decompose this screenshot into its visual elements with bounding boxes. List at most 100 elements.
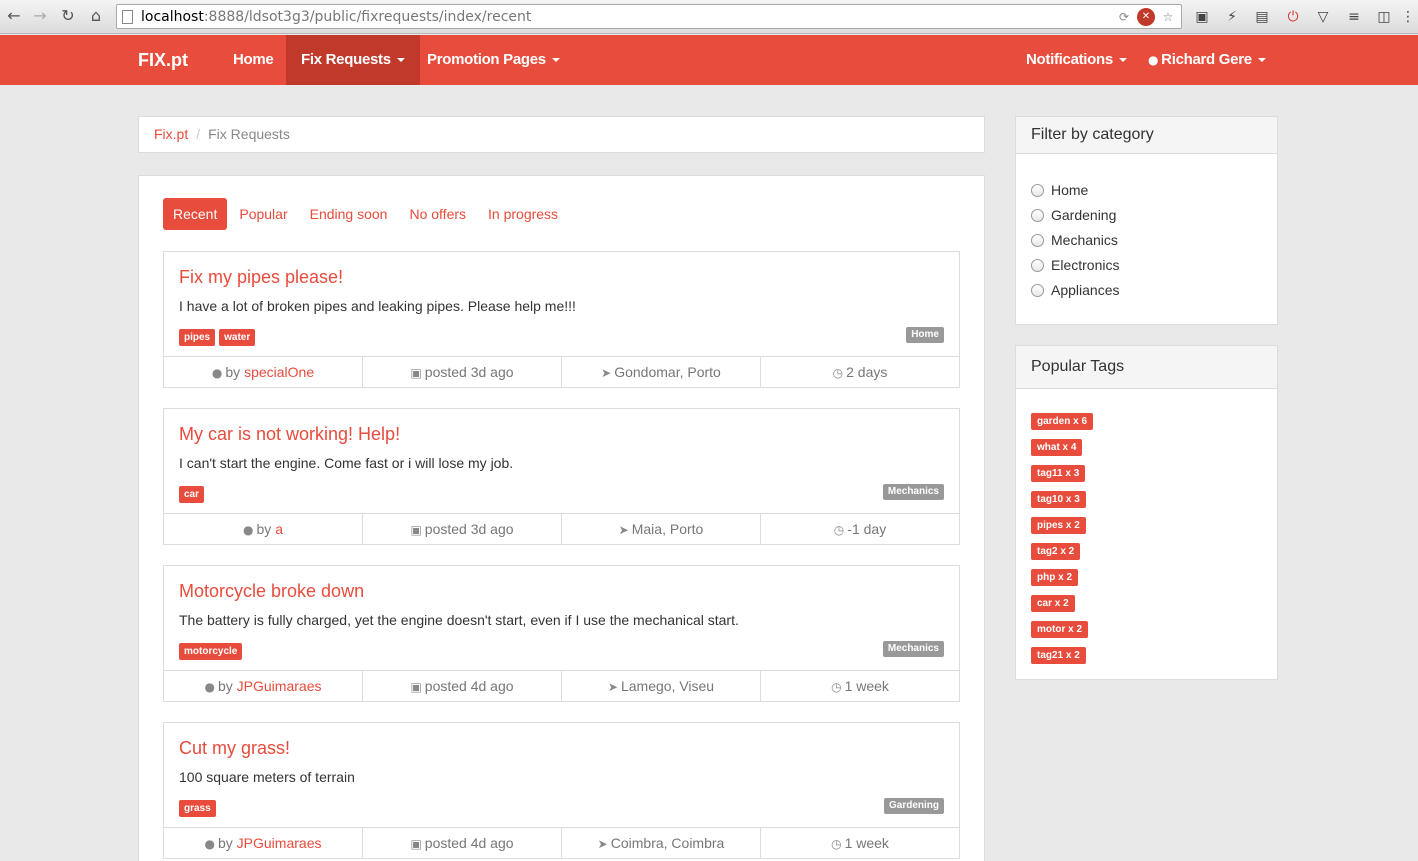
brand-logo[interactable]: FIX.pt [138, 50, 188, 71]
tab-ending-soon[interactable]: Ending soon [300, 198, 398, 230]
request-tag[interactable]: grass [179, 800, 216, 817]
extension-power-icon[interactable]: ⏻ [1283, 7, 1303, 27]
popular-tag[interactable]: php x 2 [1031, 569, 1079, 586]
popular-tag[interactable]: tag2 x 2 [1031, 543, 1081, 560]
posted-cell: ▣ posted 4d ago [363, 828, 562, 858]
fix-requests-panel: Recent Popular Ending soon No offers In … [138, 175, 985, 861]
category-badge: Mechanics [882, 641, 944, 657]
browser-toolbar: ← → ↻ ⌂ localhost:8888/ldsot3g3/public/f… [0, 0, 1418, 34]
tab-no-offers[interactable]: No offers [399, 198, 476, 230]
extension-bolt-icon[interactable]: ⚡ [1222, 7, 1242, 27]
category-badge: Mechanics [882, 484, 944, 500]
extension-reader-icon[interactable]: ▤ [1252, 7, 1272, 27]
nav-fix-requests[interactable]: Fix Requests [286, 35, 420, 85]
filter-option-mechanics[interactable]: Mechanics [1031, 230, 1118, 250]
radio-button[interactable] [1031, 233, 1044, 247]
url-text[interactable]: localhost:8888/ldsot3g3/public/fixreques… [141, 9, 531, 25]
extension-pocket-icon[interactable]: ▽ [1313, 7, 1333, 27]
request-title[interactable]: My car is not working! Help! [179, 424, 400, 445]
author-link[interactable]: specialOne [244, 364, 314, 380]
nav-notifications[interactable]: Notifications [1011, 35, 1142, 85]
tab-in-progress[interactable]: In progress [478, 198, 568, 230]
stop-icon[interactable]: ✕ [1137, 8, 1155, 26]
nav-promotion-pages[interactable]: Promotion Pages [412, 35, 575, 85]
popular-tag[interactable]: what x 4 [1031, 439, 1083, 456]
popular-tag[interactable]: pipes x 2 [1031, 517, 1086, 534]
popular-tag[interactable]: garden x 6 [1031, 413, 1094, 430]
location-arrow-icon: ➤ [597, 837, 608, 851]
request-meta: ● by JPGuimaraes ▣ posted 4d ago ➤ Coimbra,… [164, 827, 959, 858]
chevron-down-icon [551, 58, 560, 63]
request-card: My car is not working! Help! I can't sta… [163, 408, 960, 545]
chevron-down-icon [1257, 58, 1266, 63]
request-title[interactable]: Cut my grass! [179, 738, 290, 759]
request-description: 100 square meters of terrain [179, 769, 355, 785]
reload-icon[interactable]: ↻ [58, 6, 78, 26]
calendar-icon: ▣ [410, 523, 422, 537]
radio-button[interactable] [1031, 183, 1044, 197]
filter-option-appliances[interactable]: Appliances [1031, 280, 1120, 300]
breadcrumb-separator: / [196, 126, 201, 142]
filter-option-gardening[interactable]: Gardening [1031, 205, 1116, 225]
tab-popular[interactable]: Popular [229, 198, 297, 230]
extension-layers-icon[interactable]: ≡ [1344, 7, 1364, 27]
home-icon[interactable]: ⌂ [86, 6, 106, 26]
filter-heading: Filter by category [1016, 117, 1277, 154]
location-cell: ➤ Gondomar, Porto [562, 357, 761, 387]
clock-icon: ◷ [833, 523, 845, 537]
author-cell: ● by specialOne [164, 357, 363, 387]
user-icon: ● [1148, 53, 1159, 67]
popular-tag[interactable]: motor x 2 [1031, 621, 1089, 638]
request-tag[interactable]: car [179, 486, 205, 503]
popular-tag[interactable]: tag11 x 3 [1031, 465, 1086, 482]
address-bar[interactable]: localhost:8888/ldsot3g3/public/fixreques… [116, 4, 1182, 29]
location-cell: ➤ Lamego, Viseu [562, 671, 761, 701]
author-link[interactable]: JPGuimaraes [237, 678, 322, 694]
request-card: Fix my pipes please! I have a lot of bro… [163, 251, 960, 388]
time-cell: ◷ 1 week [761, 828, 959, 858]
popular-tag[interactable]: tag21 x 2 [1031, 647, 1086, 664]
bookmark-star-icon[interactable]: ☆ [1159, 8, 1177, 26]
page-icon [122, 10, 133, 24]
posted-cell: ▣ posted 4d ago [363, 671, 562, 701]
filter-option-home[interactable]: Home [1031, 180, 1088, 200]
author-link[interactable]: JPGuimaraes [237, 835, 322, 851]
filter-panel: Filter by category Home Gardening Mechan… [1015, 116, 1278, 325]
time-cell: ◷ -1 day [761, 514, 959, 544]
location-arrow-icon: ➤ [618, 523, 629, 537]
user-icon: ● [243, 523, 254, 537]
extension-window-icon[interactable]: ◫ [1374, 7, 1394, 27]
popular-tags-heading: Popular Tags [1016, 346, 1277, 389]
request-card: Cut my grass! 100 square meters of terra… [163, 722, 960, 859]
menu-icon[interactable]: ⋮ [1398, 7, 1418, 27]
author-link[interactable]: a [275, 521, 283, 537]
tab-recent[interactable]: Recent [163, 198, 228, 230]
radio-button[interactable] [1031, 283, 1044, 297]
calendar-icon: ▣ [410, 680, 422, 694]
calendar-icon: ▣ [410, 837, 422, 851]
request-title[interactable]: Fix my pipes please! [179, 267, 343, 288]
extension-grid-icon[interactable]: ▣ [1192, 7, 1212, 27]
forward-icon[interactable]: → [30, 6, 50, 26]
request-description: The battery is fully charged, yet the en… [179, 612, 739, 628]
location-arrow-icon: ➤ [607, 680, 618, 694]
nav-user-menu[interactable]: ● Richard Gere [1133, 35, 1281, 85]
popular-tag[interactable]: tag10 x 3 [1031, 491, 1086, 508]
radio-button[interactable] [1031, 208, 1044, 222]
request-tag[interactable]: motorcycle [179, 643, 243, 660]
popular-tag[interactable]: car x 2 [1031, 595, 1075, 612]
radio-button[interactable] [1031, 258, 1044, 272]
nav-home[interactable]: Home [218, 35, 288, 85]
filter-option-electronics[interactable]: Electronics [1031, 255, 1119, 275]
refresh-circle-icon[interactable]: ⟳ [1115, 8, 1133, 26]
breadcrumb-root[interactable]: Fix.pt [154, 126, 188, 142]
time-cell: ◷ 2 days [761, 357, 959, 387]
request-tag[interactable]: pipes [179, 329, 216, 346]
request-title[interactable]: Motorcycle broke down [179, 581, 364, 602]
chevron-down-icon [1118, 58, 1127, 63]
category-badge: Gardening [883, 798, 944, 814]
request-meta: ● by specialOne ▣ posted 3d ago ➤ Gondomar,… [164, 356, 959, 387]
request-tag[interactable]: water [219, 329, 256, 346]
user-icon: ● [204, 837, 215, 851]
back-icon[interactable]: ← [4, 6, 24, 26]
